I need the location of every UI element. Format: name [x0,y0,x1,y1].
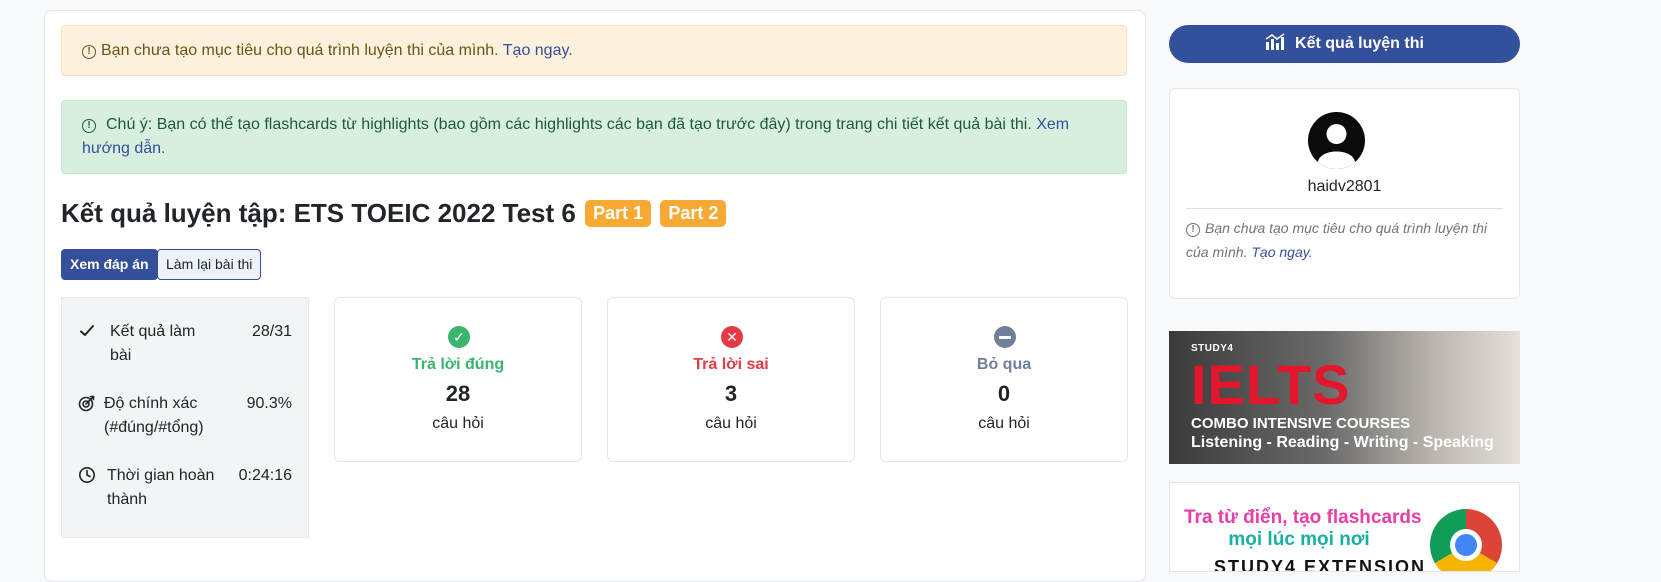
card-unit: câu hỏi [978,415,1030,432]
exclamation-icon: ! [1186,223,1200,237]
correct-answers-card: ✓ Trả lời đúng 28 câu hỏi [334,297,582,462]
card-label: Trả lời sai [693,356,769,373]
goal-note: ! Bạn chưa tạo mục tiêu cho quá trình luy… [1186,216,1499,264]
check-icon [80,325,94,336]
part-badge: Part 1 [585,200,652,227]
stat-value: 28/31 [251,323,292,340]
flashcard-alert-text: Chú ý: Bạn có thể tạo flashcards từ high… [106,116,1032,133]
extension-line1: Tra từ điển, tạo flashcards [1184,507,1422,528]
stats-summary: Kết quả làm bài 28/31 Độ chính xác (#đún… [61,297,309,538]
stat-label: Độ chính xác (#đúng/#tổng) [104,395,204,436]
check-circle-icon: ✓ [448,326,470,348]
username: haidv2801 [1307,178,1382,195]
exclamation-icon: ! [82,119,96,133]
avatar[interactable] [1308,112,1365,169]
card-unit: câu hỏi [432,415,484,432]
goal-alert: ! Bạn chưa tạo mục tiêu cho quá trình luy… [61,25,1127,76]
card-label: Trả lời đúng [411,356,505,373]
skipped-card: Bỏ qua 0 câu hỏi [880,297,1128,462]
extension-line3: STUDY4 EXTENSION [1214,557,1427,572]
ielts-course-banner[interactable]: STUDY4 IELTS COMBO INTENSIVE COURSES Lis… [1169,331,1520,464]
divider [1186,208,1503,209]
goal-note-text: Bạn chưa tạo mục tiêu cho quá trình luyệ… [1186,220,1488,260]
stat-value: 0:24:16 [238,467,292,484]
exclamation-icon: ! [82,45,96,59]
banner-title: IELTS [1191,353,1351,416]
clock-icon [79,467,95,483]
practice-results-button[interactable]: Kết quả luyện thi [1169,25,1520,63]
banner-subtitle: COMBO INTENSIVE COURSES [1191,415,1411,432]
wrong-answers-card: ✕ Trả lời sai 3 câu hỏi [607,297,855,462]
retake-button[interactable]: Làm lại bài thi [157,249,262,280]
chrome-logo-icon [1430,509,1502,571]
card-label: Bỏ qua [976,356,1032,373]
card-count: 0 [997,381,1011,406]
chart-icon [1265,33,1285,50]
stat-label: Thời gian hoàn thành [107,467,215,508]
part-badge: Part 2 [660,200,727,227]
minus-circle-icon [994,326,1016,348]
card-count: 3 [724,381,738,406]
create-goal-link[interactable]: Tạo ngay. [1251,244,1312,260]
profile-card: haidv2801 ! Bạn chưa tạo mục tiêu cho quá… [1169,88,1520,299]
banner-skills: Listening - Reading - Writing - Speaking [1191,434,1494,451]
flashcard-alert: ! Chú ý: Bạn có thể tạo flashcards từ hig… [61,100,1127,174]
practice-results-label: Kết quả luyện thi [1295,35,1424,52]
create-goal-link[interactable]: Tạo ngay. [503,42,573,59]
card-count: 28 [445,381,471,406]
user-icon [1318,124,1355,169]
view-answers-button[interactable]: Xem đáp án [61,249,158,280]
extension-line2: mọi lúc mọi nơi [1228,529,1370,550]
goal-alert-text: Bạn chưa tạo mục tiêu cho quá trình luyệ… [101,42,499,59]
stat-value: 90.3% [246,395,292,412]
target-icon [78,395,95,412]
extension-banner[interactable]: Tra từ điển, tạo flashcards mọi lúc mọi … [1169,482,1520,572]
card-unit: câu hỏi [705,415,757,432]
page-title-text: Kết quả luyện tập: ETS TOEIC 2022 Test 6 [61,198,576,228]
page-title: Kết quả luyện tập: ETS TOEIC 2022 Test 6… [61,198,727,229]
stat-label: Kết quả làm bài [110,323,196,364]
x-circle-icon: ✕ [721,326,743,348]
